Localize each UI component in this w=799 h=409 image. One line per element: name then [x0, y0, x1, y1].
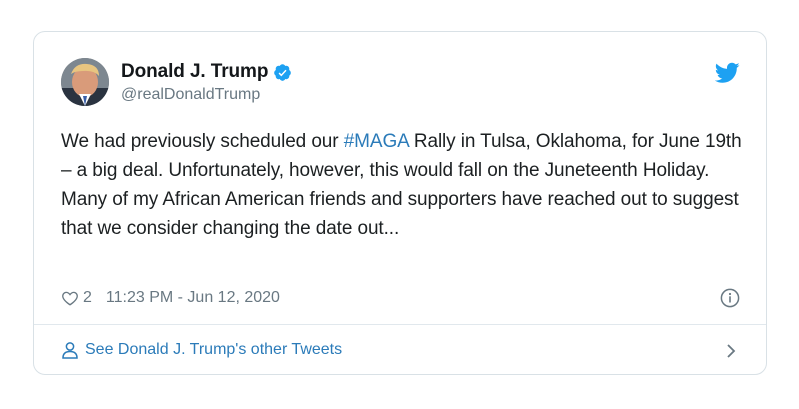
hashtag-link[interactable]: #MAGA	[344, 131, 409, 152]
info-icon[interactable]	[720, 288, 740, 308]
tweet-card: Donald J. Trump @realDonaldTrump We had …	[33, 31, 767, 375]
twitter-bird-icon[interactable]	[714, 62, 740, 84]
chevron-right-icon[interactable]	[724, 342, 738, 360]
verified-badge-icon	[273, 63, 292, 82]
tweet-text: We had previously scheduled our #MAGA Ra…	[61, 127, 751, 243]
handle[interactable]: @realDonaldTrump	[121, 86, 292, 104]
see-other-tweets-link[interactable]: See Donald J. Trump's other Tweets	[61, 325, 342, 374]
tweet-meta: 2 11:23 PM - Jun 12, 2020	[61, 286, 280, 310]
tweet-text-start: We had previously scheduled our	[61, 131, 344, 152]
timestamp[interactable]: 11:23 PM - Jun 12, 2020	[106, 289, 280, 307]
tweet-header: Donald J. Trump @realDonaldTrump	[34, 32, 766, 122]
avatar[interactable]	[61, 58, 109, 106]
display-name[interactable]: Donald J. Trump	[121, 61, 268, 83]
see-other-tweets-label: See Donald J. Trump's other Tweets	[85, 340, 343, 358]
heart-icon[interactable]	[61, 289, 79, 307]
tweet-footer: See Donald J. Trump's other Tweets	[34, 324, 766, 374]
person-icon	[61, 341, 79, 359]
like-count[interactable]: 2	[83, 289, 92, 307]
author-names: Donald J. Trump @realDonaldTrump	[121, 60, 292, 104]
